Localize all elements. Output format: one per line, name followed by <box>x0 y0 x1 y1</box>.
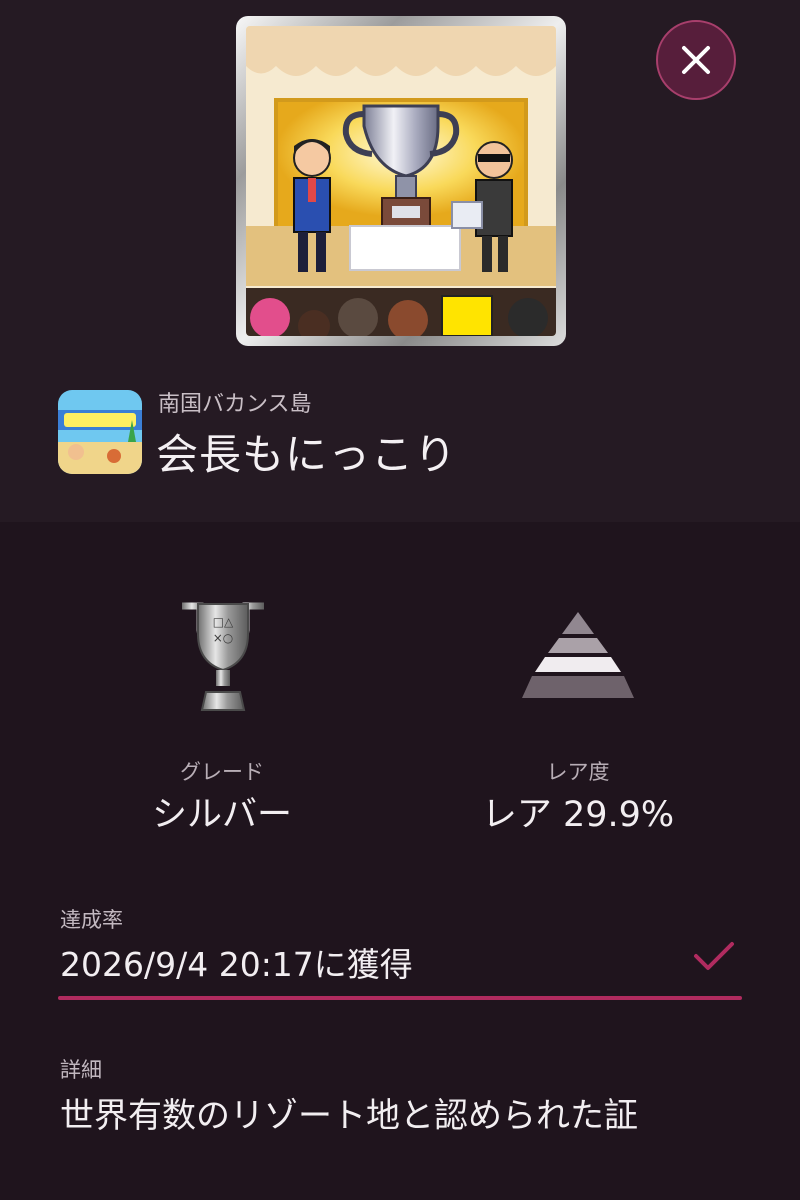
rarity-pyramid-icon <box>522 612 634 698</box>
trophy-ceremony-art <box>246 26 556 336</box>
game-icon-vacation-island <box>58 390 142 474</box>
rarity-value: レア 29.9% <box>481 795 675 835</box>
trophy-ceremony-illustration <box>246 26 556 336</box>
achievement-label: 達成率 <box>60 908 123 932</box>
check-icon <box>694 942 734 970</box>
game-title: 南国バカンス島 <box>158 392 312 417</box>
close-icon <box>682 46 710 74</box>
close-button[interactable] <box>656 20 736 100</box>
svg-text:□△: □△ <box>213 615 234 629</box>
rarity-label: レア度 <box>546 760 610 784</box>
achievement-progress-line <box>58 996 742 1000</box>
trophy-description: 世界有数のリゾート地と認められた証 <box>60 1096 638 1136</box>
silver-trophy-icon: □△ ×○ <box>182 602 264 711</box>
grade-label: グレード <box>180 760 264 784</box>
grade-value: シルバー <box>151 795 292 835</box>
detail-label: 詳細 <box>60 1058 102 1082</box>
svg-text:×○: ×○ <box>213 631 234 645</box>
trophy-image-frame <box>236 16 566 346</box>
trophy-name: 会長もにっこり <box>156 430 458 479</box>
earned-date: 2026/9/4 20:17に獲得 <box>60 945 413 984</box>
